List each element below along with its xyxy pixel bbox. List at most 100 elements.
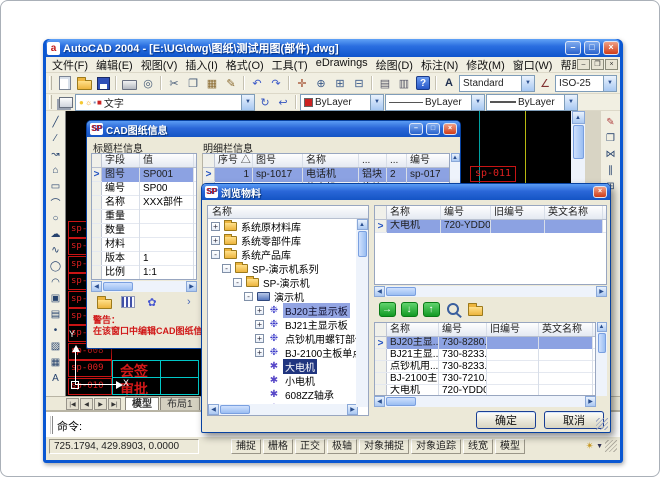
text-style-combo[interactable]: Standard▼ xyxy=(459,75,535,92)
column-header[interactable]: 英文名称 xyxy=(539,323,593,336)
column-header[interactable]: 名称 xyxy=(387,206,441,219)
design-center-icon[interactable]: ▥ xyxy=(395,75,413,92)
maximize-button[interactable]: □ xyxy=(584,41,600,55)
menu-item[interactable]: 窗口(W) xyxy=(509,57,557,73)
tree-expander-icon[interactable]: - xyxy=(211,250,220,259)
save-icon[interactable] xyxy=(94,75,112,92)
circle-icon[interactable]: ○ xyxy=(47,211,64,226)
open-file-icon[interactable] xyxy=(75,75,93,92)
scroll-thumb[interactable] xyxy=(386,397,416,406)
download-icon[interactable]: ↓ xyxy=(400,301,418,317)
combo-arrow-icon[interactable]: ▼ xyxy=(241,95,254,110)
grid-row[interactable]: 材料 xyxy=(92,238,196,252)
status-toggle[interactable]: 正交 xyxy=(295,439,325,454)
hatch-icon[interactable]: ▨ xyxy=(47,339,64,354)
tree-item[interactable]: -SP-演示机系列 xyxy=(208,261,368,275)
tree-expander-icon[interactable]: + xyxy=(255,306,264,315)
menu-item[interactable]: 标注(N) xyxy=(417,57,462,73)
status-toggle[interactable]: 极轴 xyxy=(327,439,357,454)
column-header[interactable]: 编号 xyxy=(439,323,487,336)
grid-row[interactable]: >BJ20主显...730-8280... xyxy=(375,337,595,349)
tree-expander-icon[interactable]: - xyxy=(222,264,231,273)
scroll-thumb[interactable] xyxy=(103,282,133,291)
lineweight-combo[interactable]: ByLayer ▼ xyxy=(486,94,578,111)
column-header[interactable]: 图号 xyxy=(253,154,303,167)
menu-item[interactable]: 视图(V) xyxy=(137,57,182,73)
cancel-button[interactable]: 取消 xyxy=(544,411,604,429)
column-header[interactable]: 值 xyxy=(140,154,194,167)
tree-expander-icon[interactable]: + xyxy=(255,320,264,329)
communication-center-icon[interactable]: ✴ xyxy=(586,441,594,452)
grid-row[interactable]: 数量 xyxy=(92,224,196,238)
resize-grip[interactable] xyxy=(605,440,617,452)
scroll-left-icon[interactable]: ◀ xyxy=(91,281,102,292)
dialog-close-button[interactable]: × xyxy=(443,123,457,135)
minimize-button[interactable]: – xyxy=(565,41,581,55)
point-icon[interactable]: • xyxy=(47,323,64,338)
plot-preview-icon[interactable]: ◎ xyxy=(139,75,157,92)
tree-vscrollbar[interactable]: ▲ xyxy=(356,219,368,407)
tree-header[interactable]: 名称 xyxy=(208,206,368,219)
scroll-right-icon[interactable]: ▶ xyxy=(596,286,607,297)
grid-row[interactable]: BJ21主显...730-8233... xyxy=(375,349,595,361)
status-toggle[interactable]: 对象捕捉 xyxy=(359,439,409,454)
bottom-grid-hscrollbar[interactable]: ◀ ▶ xyxy=(374,396,596,407)
layers-icon[interactable] xyxy=(56,94,74,111)
properties-icon[interactable]: ▤ xyxy=(376,75,394,92)
copy-icon[interactable]: ❐ xyxy=(184,75,202,92)
tray-dropdown-icon[interactable]: ▼ xyxy=(596,443,603,450)
combo-arrow-icon[interactable]: ▼ xyxy=(521,76,534,91)
help-icon[interactable]: ? xyxy=(414,75,432,92)
scroll-left-icon[interactable]: ◀ xyxy=(374,396,385,407)
tree-item[interactable]: -SP-演示机 xyxy=(208,275,368,289)
grid-row[interactable]: 重量 xyxy=(92,210,196,224)
tree-expander-icon[interactable]: + xyxy=(211,236,220,245)
open-item-icon[interactable] xyxy=(466,301,484,317)
transfer-right-icon[interactable]: → xyxy=(378,301,396,317)
dialog-minimize-button[interactable]: – xyxy=(409,123,423,135)
tree-hscrollbar[interactable]: ◀ ▶ xyxy=(208,404,358,415)
search-icon[interactable] xyxy=(444,301,462,317)
tree-item[interactable]: +✱大电机 xyxy=(208,359,368,373)
scroll-thumb[interactable] xyxy=(573,125,584,159)
zoom-previous-icon[interactable]: ⊟ xyxy=(350,75,368,92)
tree-item[interactable]: +✱小电机 xyxy=(208,373,368,387)
upload-icon[interactable]: ↑ xyxy=(422,301,440,317)
scroll-up-icon[interactable]: ▲ xyxy=(357,219,368,230)
grid-row[interactable]: BJ-2100主...730-7210... xyxy=(375,373,595,385)
pan-icon[interactable]: ✛ xyxy=(293,75,311,92)
menu-item[interactable]: 文件(F) xyxy=(48,57,92,73)
status-toggle[interactable]: 栅格 xyxy=(263,439,293,454)
tab-model[interactable]: 模型 xyxy=(125,397,159,410)
plot-icon[interactable] xyxy=(120,75,138,92)
scroll-right-icon[interactable]: ▶ xyxy=(186,281,197,292)
spline-icon[interactable]: ∿ xyxy=(47,243,64,258)
grid-row[interactable]: 编号SP00 xyxy=(92,182,196,196)
tree-item[interactable]: +✱608ZZ轴承 xyxy=(208,387,368,401)
scroll-left-icon[interactable]: ◀ xyxy=(374,286,385,297)
line-icon[interactable]: ╱ xyxy=(47,115,64,130)
column-header[interactable]: 序号 △ xyxy=(215,154,253,167)
grid-row[interactable]: >大电机720-YDD0... xyxy=(375,220,606,233)
status-toggle[interactable]: 线宽 xyxy=(463,439,493,454)
grid-row[interactable]: 版本1 xyxy=(92,252,196,266)
construction-line-icon[interactable]: ∕ xyxy=(47,131,64,146)
layer-combo[interactable]: ●☼▪■ 文字 ▼ xyxy=(75,94,255,111)
column-header[interactable]: 英文名称 xyxy=(545,206,603,219)
scroll-up-icon[interactable]: ▲ xyxy=(597,322,607,332)
combo-arrow-icon[interactable]: ▼ xyxy=(603,76,616,91)
copy-object-icon[interactable]: ❐ xyxy=(602,131,619,146)
tree-item[interactable]: +系统原材料库 xyxy=(208,219,368,233)
column-header[interactable]: ... xyxy=(359,154,387,167)
column-header[interactable]: 字段 xyxy=(102,154,140,167)
toolbar-overflow-icon[interactable]: › xyxy=(187,296,191,308)
doc-minimize-button[interactable]: – xyxy=(577,59,590,70)
layer-previous-icon[interactable]: ↩ xyxy=(274,94,292,111)
browse-dialog-titlebar[interactable]: SP 浏览物料 × xyxy=(202,184,610,200)
tree-item[interactable]: +❉点钞机用螺钉部件 xyxy=(208,331,368,345)
scroll-up-icon[interactable]: ▲ xyxy=(572,111,585,124)
arc-icon[interactable]: ⌒ xyxy=(47,195,64,210)
column-header[interactable]: 编号 xyxy=(441,206,491,219)
tree-item[interactable]: +❉BJ20主显示板 xyxy=(208,303,368,317)
grid-row[interactable]: 大电机720-YDD0... xyxy=(375,385,595,396)
